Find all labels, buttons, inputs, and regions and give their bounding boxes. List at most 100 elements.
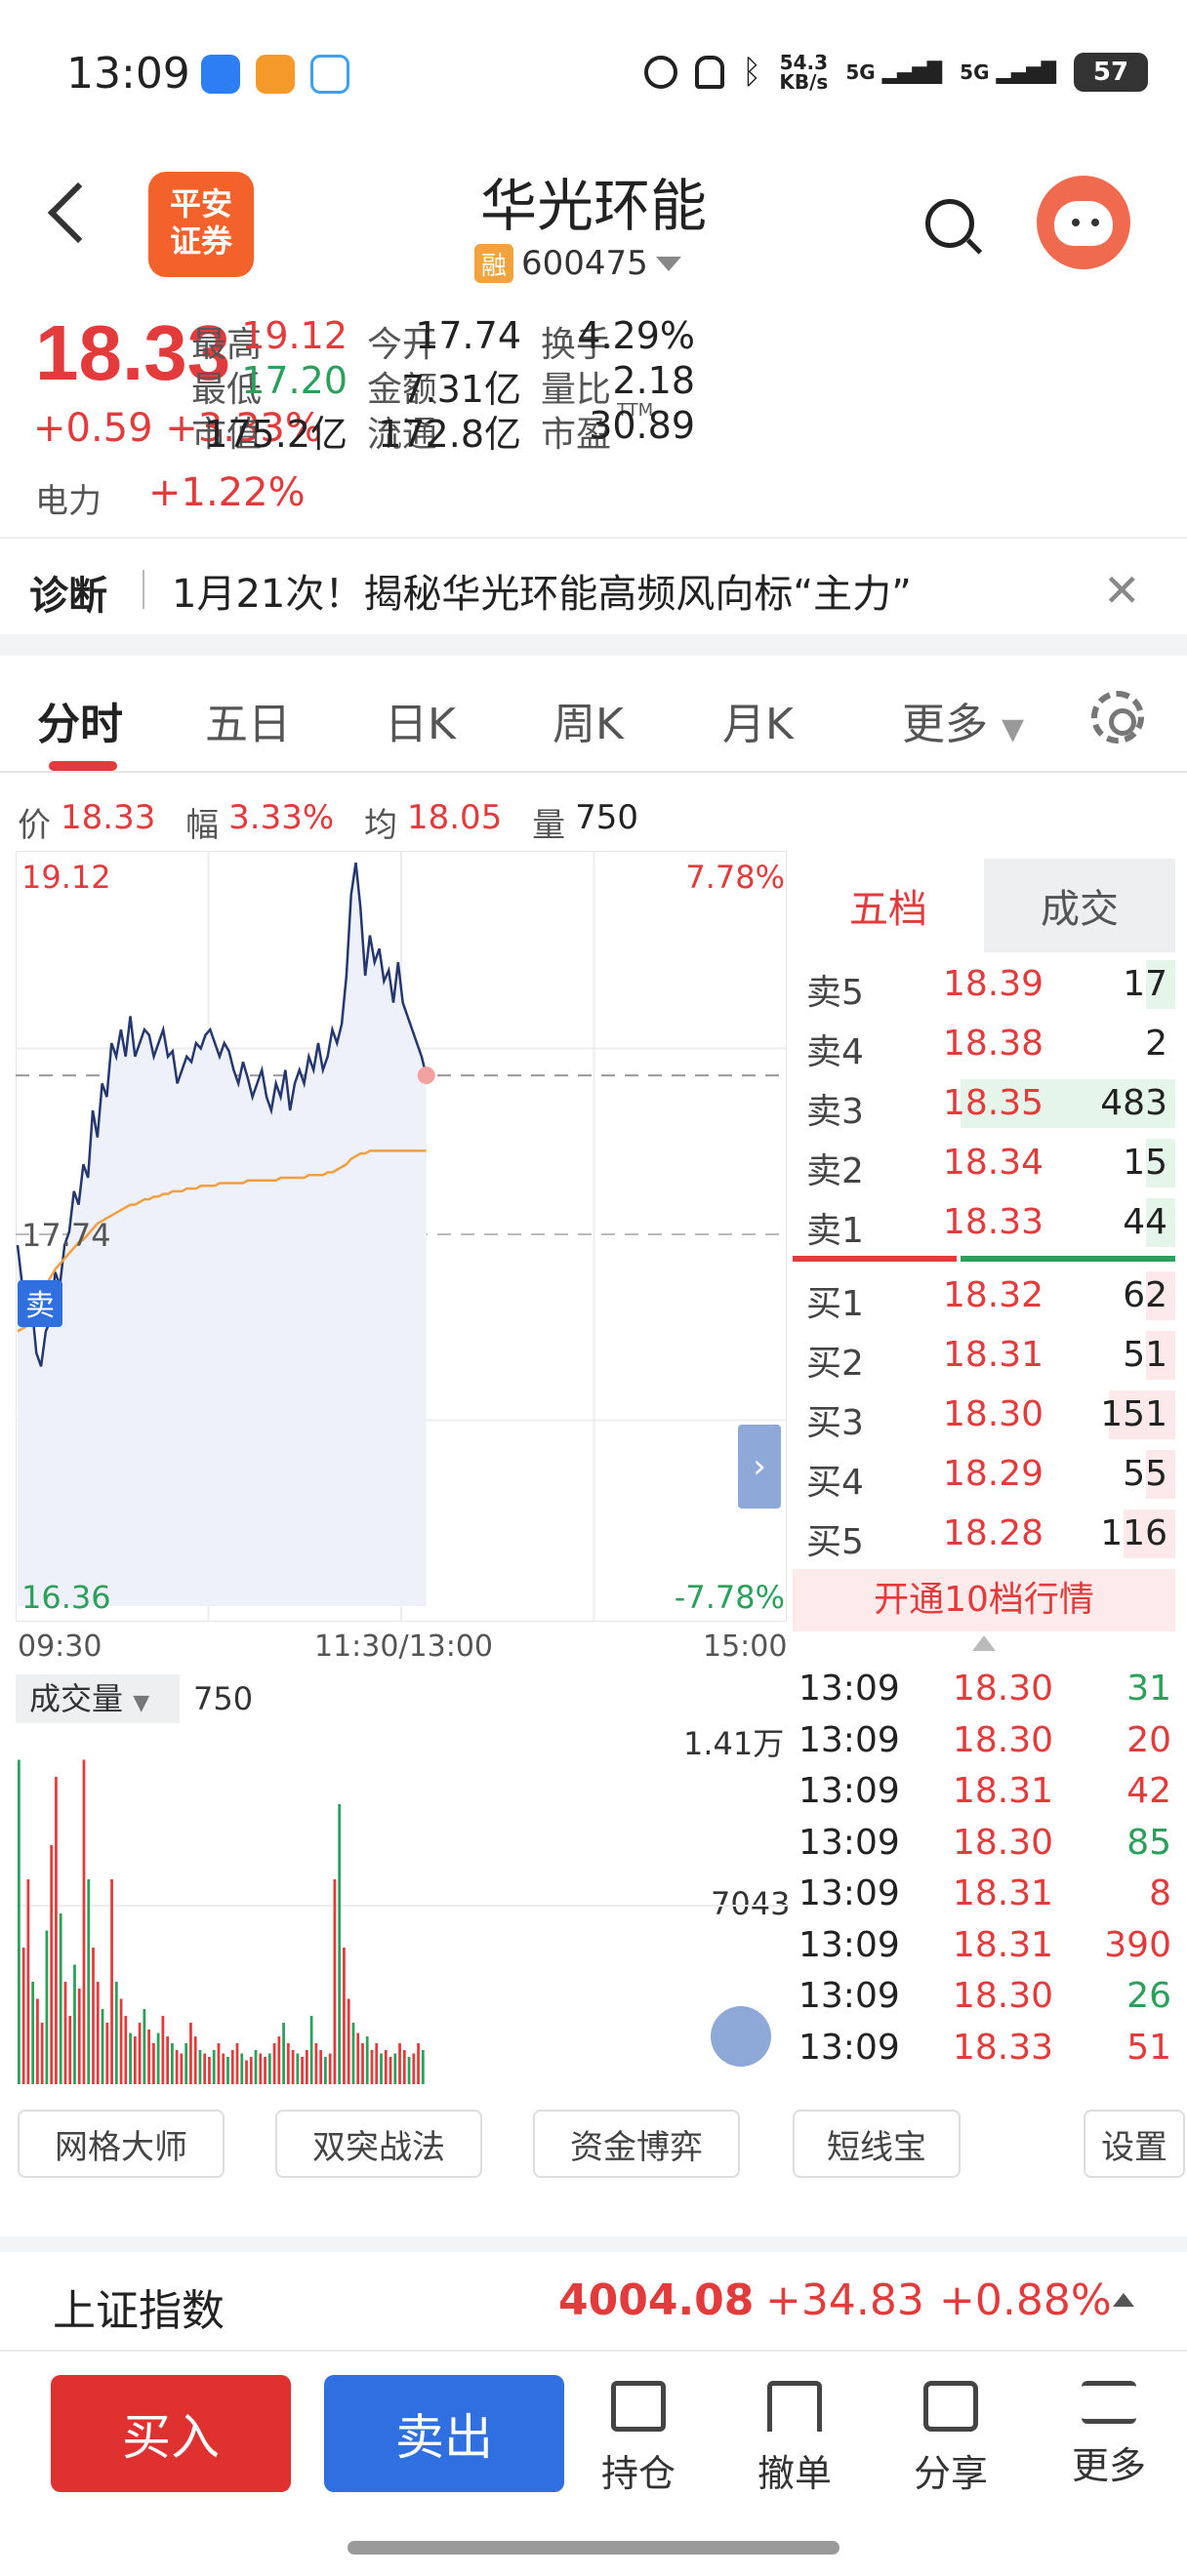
tool-fund-game[interactable]: 资金博弈	[533, 2110, 740, 2178]
diagnosis-banner[interactable]: 诊断 1月21次！揭秘华光环能高频风向标“主力” ✕	[0, 537, 1187, 634]
book-row[interactable]: 卖2 18.34 15	[793, 1135, 1175, 1191]
intraday-chart[interactable]: 19.12 7.78% 16.36 -7.78% 17.74 卖 ›	[16, 851, 787, 1622]
volume-bar	[305, 2050, 308, 2084]
volume-bar	[92, 1948, 95, 2084]
volume-bar	[351, 2023, 355, 2084]
quote-field-value: 175.2亿	[204, 413, 348, 456]
tool-settings[interactable]: 设置	[1084, 2110, 1185, 2178]
tab-more[interactable]: 更多 ▼	[902, 689, 1024, 751]
chevron-right-icon: ›	[753, 1447, 766, 1486]
diagnosis-text[interactable]: 1月21次！揭秘华光环能高频风向标“主力”	[172, 562, 912, 619]
tab-five-levels[interactable]: 五档	[793, 859, 984, 952]
book-price: 18.34	[943, 1143, 1044, 1183]
volume-bar	[407, 2057, 411, 2084]
positions-button[interactable]: 持仓	[590, 2381, 687, 2497]
share-button[interactable]: 分享	[902, 2381, 1000, 2497]
volume-chart[interactable]	[16, 1727, 787, 2084]
tab-active-indicator	[49, 761, 117, 771]
trade-time: 13:09	[798, 1976, 900, 2016]
tool-double-break[interactable]: 双突战法	[275, 2110, 482, 2178]
book-vol: 17	[1123, 964, 1167, 1004]
book-label: 买4	[806, 1463, 864, 1503]
tab-intraday[interactable]: 分时	[37, 689, 123, 751]
status-bar: 13:09 ᛒ 54.3 KB/s 5G ▂▄▆█ 5G ▂▄▆█ 57	[0, 0, 1187, 146]
book-label: 卖2	[806, 1151, 864, 1191]
stock-code-selector[interactable]: 融 600475	[474, 244, 681, 283]
book-row[interactable]: 卖3 18.35 483	[793, 1075, 1175, 1132]
tab-daily-k[interactable]: 日K	[385, 689, 456, 751]
book-row[interactable]: 买2 18.31 51	[793, 1327, 1175, 1384]
book-row[interactable]: 买5 18.28 116	[793, 1506, 1175, 1562]
book-label: 买5	[806, 1522, 864, 1562]
search-icon[interactable]	[925, 199, 974, 248]
book-vol: 2	[1145, 1024, 1167, 1064]
cancel-order-button[interactable]: 撤单	[746, 2381, 843, 2497]
scroll-up-icon[interactable]	[972, 1635, 996, 1651]
book-row[interactable]: 买4 18.29 55	[793, 1446, 1175, 1503]
quote-field-value: 172.8亿	[378, 413, 521, 456]
volume-bar	[361, 2043, 364, 2084]
tab-weekly-k[interactable]: 周K	[553, 689, 624, 751]
book-label: 买3	[806, 1403, 864, 1443]
tab-trades[interactable]: 成交	[984, 859, 1175, 952]
volume-bar	[338, 1804, 342, 2084]
more-button[interactable]: 更多	[1060, 2381, 1158, 2489]
book-vol: 15	[1123, 1143, 1167, 1183]
open-ten-levels-button[interactable]: 开通10档行情	[793, 1569, 1175, 1631]
book-label: 卖1	[806, 1211, 864, 1251]
trade-price: 18.30	[953, 1976, 1054, 2016]
y-min-pct: -7.78%	[675, 1579, 785, 1616]
volume-bar	[421, 2050, 425, 2084]
sell-button[interactable]: 卖出	[324, 2375, 564, 2492]
avatar[interactable]	[1037, 176, 1130, 269]
book-vol: 116	[1100, 1513, 1167, 1553]
trade-time: 13:09	[798, 1924, 900, 1965]
tab-five-day[interactable]: 五日	[205, 689, 291, 751]
fullscreen-icon[interactable]	[711, 2006, 771, 2067]
volume-bar	[156, 2033, 160, 2084]
volume-bar	[110, 1879, 113, 2084]
chart-tabs: 分时 五日 日K 周K 月K 更多 ▼	[0, 656, 1187, 773]
chevron-down-icon	[655, 256, 681, 271]
volume-bar	[171, 2043, 174, 2084]
tool-grid-master[interactable]: 网格大师	[18, 2110, 225, 2178]
trade-vol: 85	[1126, 1822, 1171, 1863]
close-icon[interactable]: ✕	[1103, 564, 1141, 617]
volume-bar	[267, 2053, 271, 2084]
gear-icon[interactable]	[1091, 691, 1144, 744]
cancel-order-icon	[767, 2381, 822, 2432]
volume-bar	[212, 2050, 216, 2084]
volume-bar	[282, 2023, 285, 2084]
volume-bar	[370, 2050, 374, 2084]
volume-bar	[101, 2009, 104, 2084]
book-price: 18.30	[943, 1394, 1044, 1434]
volume-bar	[119, 1998, 123, 2084]
tab-monthly-k[interactable]: 月K	[722, 689, 794, 751]
book-row[interactable]: 卖1 18.33 44	[793, 1194, 1175, 1251]
volume-bar	[217, 2043, 221, 2084]
index-ticker[interactable]: 上证指数 4004.08 +34.83 +0.88%	[0, 2236, 1187, 2344]
volume-bar	[347, 1998, 350, 2084]
sell-marker-label: 卖	[25, 1289, 55, 1323]
chevron-up-icon[interactable]	[1113, 2293, 1134, 2307]
volume-bar	[189, 2023, 192, 2084]
app-k-icon	[201, 55, 240, 94]
trade-row: 13:09 18.31 42	[797, 1771, 1171, 1822]
volume-bar	[324, 2057, 327, 2084]
buy-button[interactable]: 买入	[51, 2375, 291, 2492]
book-row[interactable]: 卖4 18.38 2	[793, 1016, 1175, 1072]
book-row[interactable]: 买3 18.30 151	[793, 1387, 1175, 1443]
volume-bar	[96, 1982, 100, 2084]
volume-bar	[180, 2053, 184, 2084]
book-row[interactable]: 卖5 18.39 17	[793, 956, 1175, 1013]
tool-short-term[interactable]: 短线宝	[793, 2110, 961, 2178]
book-divider-red	[793, 1256, 957, 1262]
net-speed: 54.3 KB/s	[779, 51, 829, 94]
book-vol: 51	[1123, 1335, 1167, 1375]
home-indicator	[348, 2541, 839, 2555]
book-row[interactable]: 买1 18.32 62	[793, 1268, 1175, 1324]
volume-indicator-select[interactable]: 成交量 ▼	[16, 1674, 180, 1723]
volume-bar	[417, 2043, 420, 2084]
chart-info-bar: 价 18.33 幅 3.33% 均 18.05 量 750	[18, 798, 639, 845]
volume-bar	[166, 2036, 170, 2084]
